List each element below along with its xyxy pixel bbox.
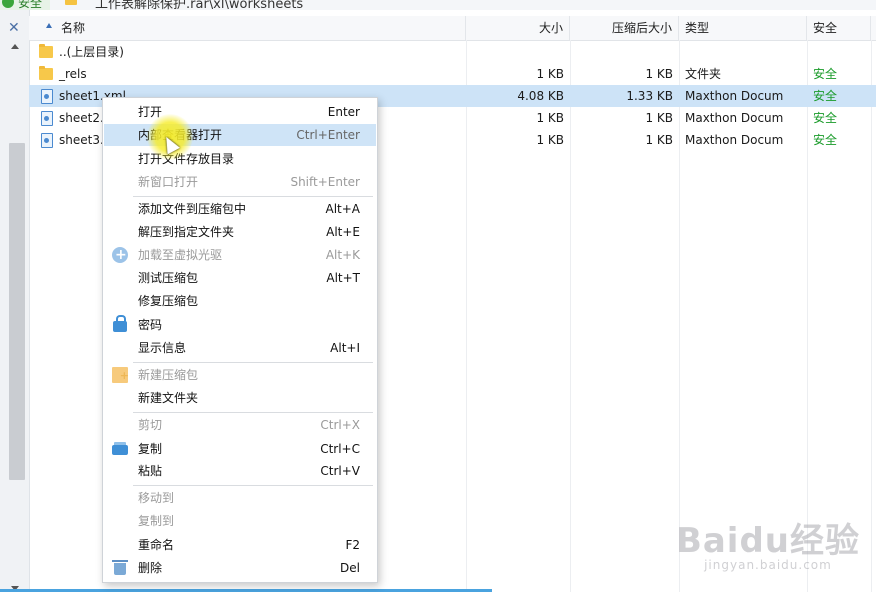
file-safety: 安全: [813, 133, 838, 147]
file-size: 1 KB: [536, 111, 564, 125]
xml-file-icon: [41, 132, 53, 148]
file-safety: 安全: [813, 67, 838, 81]
menu-item-show-info[interactable]: 显示信息 Alt+I: [104, 337, 376, 359]
column-compressed-size[interactable]: 压缩后大小: [570, 16, 679, 40]
menu-item-delete[interactable]: 删除 Del: [104, 557, 376, 579]
menu-item-new-archive[interactable]: 新建压缩包: [104, 364, 376, 387]
watermark: Baidu经验 jingyan.baidu.com: [676, 513, 860, 572]
watermark-brand: Baidu经验: [675, 521, 860, 561]
menu-separator: [133, 412, 373, 413]
left-panel: ✕: [0, 10, 30, 592]
path-bar: 安全 工作表解除保护.rar\xl\worksheets: [0, 0, 876, 10]
file-type: Maxthon Docum: [685, 111, 784, 125]
menu-item-add-to-archive[interactable]: 添加文件到压缩包中 Alt+A: [104, 198, 376, 220]
menu-separator: [133, 485, 373, 486]
column-header: 名称 大小 压缩后大小 类型 安全: [29, 16, 876, 41]
check-icon: [2, 0, 14, 8]
file-row-rels[interactable]: _rels 1 KB 1 KB 文件夹 安全: [29, 63, 876, 85]
file-name: _rels: [59, 67, 87, 81]
menu-item-test-archive[interactable]: 测试压缩包 Alt+T: [104, 267, 376, 289]
menu-separator: [133, 196, 373, 197]
menu-item-copy[interactable]: 复制 Ctrl+C: [104, 438, 376, 460]
file-compressed-size: 1 KB: [645, 111, 673, 125]
folder-icon: [65, 0, 77, 5]
context-menu: 打开 Enter 内部查看器打开 Ctrl+Enter 打开文件存放目录 新窗口…: [102, 97, 378, 583]
folder-icon: [39, 44, 53, 58]
file-size: 1 KB: [536, 67, 564, 81]
file-type: Maxthon Docum: [685, 89, 784, 103]
menu-item-open-internal-viewer[interactable]: 内部查看器打开 Ctrl+Enter: [104, 124, 376, 146]
menu-item-copy-to[interactable]: 复制到: [104, 510, 376, 532]
file-safety: 安全: [813, 89, 838, 103]
column-name[interactable]: 名称: [29, 16, 466, 40]
menu-item-repair-archive[interactable]: 修复压缩包: [104, 290, 376, 312]
copy-icon: [112, 442, 128, 455]
sort-ascending-icon: [46, 23, 52, 28]
archive-path[interactable]: 工作表解除保护.rar\xl\worksheets: [95, 0, 303, 10]
column-safety[interactable]: 安全: [807, 16, 871, 40]
file-safety: 安全: [813, 111, 838, 125]
column-size[interactable]: 大小: [466, 16, 570, 40]
safe-indicator: 安全: [0, 0, 51, 10]
menu-item-cut[interactable]: 剪切 Ctrl+X: [104, 414, 376, 436]
file-type: 文件夹: [685, 67, 722, 81]
scroll-up-icon[interactable]: [11, 44, 19, 49]
xml-file-icon: [41, 110, 53, 126]
menu-item-open-new-window[interactable]: 新窗口打开 Shift+Enter: [104, 171, 376, 193]
menu-item-new-folder[interactable]: 新建文件夹: [104, 387, 376, 409]
file-name-cell: ..(上层目录): [39, 41, 459, 63]
virtual-drive-icon: [112, 244, 128, 266]
file-name-cell: _rels: [39, 63, 459, 85]
file-size: 4.08 KB: [517, 89, 564, 103]
file-name: ..(上层目录): [59, 45, 124, 59]
file-size: 1 KB: [536, 133, 564, 147]
menu-separator: [133, 362, 373, 363]
menu-item-password[interactable]: 密码: [104, 314, 376, 336]
file-row-parent[interactable]: ..(上层目录): [29, 41, 876, 63]
menu-item-open[interactable]: 打开 Enter: [104, 101, 376, 123]
new-archive-icon: [112, 365, 129, 387]
menu-item-rename[interactable]: 重命名 F2: [104, 534, 376, 556]
file-compressed-size: 1 KB: [645, 133, 673, 147]
lock-icon: [113, 315, 127, 332]
folder-icon: [39, 66, 53, 80]
trash-icon: [112, 560, 128, 575]
file-compressed-size: 1.33 KB: [626, 89, 673, 103]
column-type[interactable]: 类型: [679, 16, 807, 40]
menu-item-move-to[interactable]: 移动到: [104, 487, 376, 509]
file-compressed-size: 1 KB: [645, 67, 673, 81]
safe-label: 安全: [18, 0, 43, 10]
menu-item-mount-virtual-drive[interactable]: 加载至虚拟光驱 Alt+K: [104, 244, 376, 266]
scrollbar-thumb[interactable]: [9, 143, 25, 480]
menu-item-open-file-location[interactable]: 打开文件存放目录: [104, 148, 376, 170]
xml-file-icon: [41, 88, 53, 104]
menu-item-paste[interactable]: 粘贴 Ctrl+V: [104, 460, 376, 482]
close-icon[interactable]: ✕: [8, 20, 20, 36]
menu-item-extract-to[interactable]: 解压到指定文件夹 Alt+E: [104, 221, 376, 243]
file-type: Maxthon Docum: [685, 133, 784, 147]
